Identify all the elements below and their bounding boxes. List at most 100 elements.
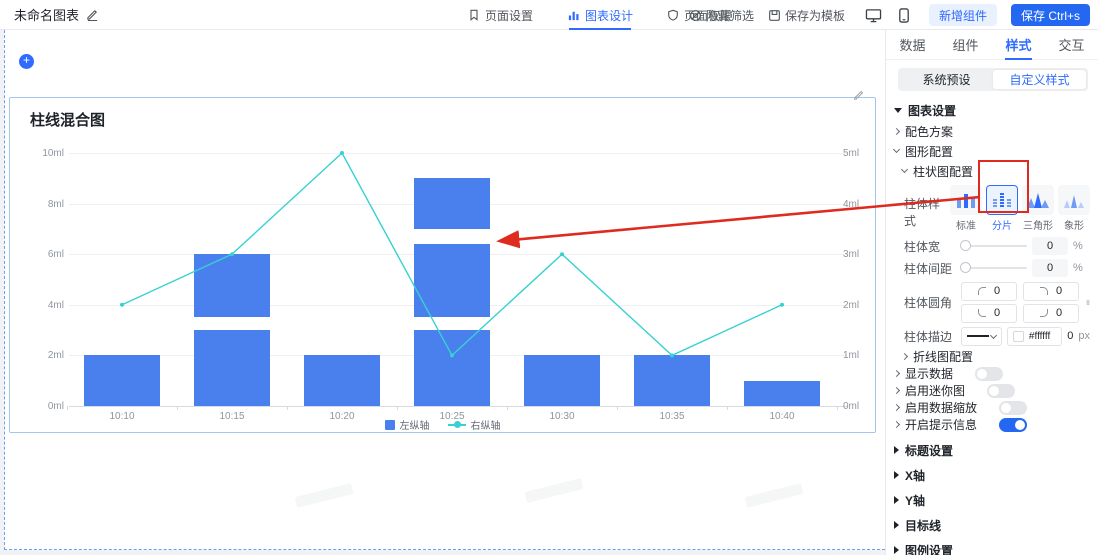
item-bar-config[interactable]: 柱状图配置: [894, 161, 1090, 181]
panel-tab-data[interactable]: 数据: [899, 30, 925, 60]
color-swatch: [1012, 330, 1024, 342]
stroke-width-value[interactable]: 0: [1067, 330, 1073, 342]
section-target-line[interactable]: 目标线: [894, 514, 1090, 536]
desktop-view-icon[interactable]: [863, 5, 885, 25]
panel-tab-component[interactable]: 组件: [952, 30, 978, 60]
eye-off-icon: [690, 9, 701, 21]
caret-right-icon: [894, 546, 899, 554]
bar-gap-input[interactable]: 0: [1032, 259, 1068, 277]
legend-label: 左纵轴: [399, 421, 430, 432]
add-icon[interactable]: +: [19, 54, 34, 69]
legend-item[interactable]: 右纵轴: [447, 417, 501, 432]
item-label: 折线图配置: [913, 349, 974, 364]
bar-gap-unit: %: [1073, 262, 1083, 274]
section-legend-settings[interactable]: 图例设置: [894, 539, 1090, 555]
link-corners-icon[interactable]: [1086, 295, 1090, 310]
tooltip-toggle[interactable]: [999, 417, 1028, 432]
device-toggle-group: [863, 5, 915, 25]
section-x-axis[interactable]: X轴: [894, 464, 1090, 486]
radius-top-right-input[interactable]: 0: [1023, 281, 1079, 301]
caret-right-icon: [894, 446, 899, 454]
line-series[interactable]: [10, 98, 877, 434]
style-panel: 数据 组件 样式 交互 系统预设 自定义样式 图表设置 配色方案 图形配置 柱状…: [885, 30, 1098, 555]
bar-gap-slider[interactable]: [960, 262, 1027, 273]
item-label: 配色方案: [905, 124, 954, 139]
sliced-bars-icon: [993, 193, 1011, 207]
hide-filter-button[interactable]: 隐藏筛选: [689, 7, 754, 24]
item-line-config[interactable]: 折线图配置: [894, 347, 1090, 365]
system-preset-segment[interactable]: 系统预设: [900, 70, 993, 89]
slider-thumb[interactable]: [960, 262, 971, 273]
show-data-toggle[interactable]: [975, 366, 1004, 381]
chart-widget[interactable]: 柱线混合图 10ml 5ml 8ml 4ml 6ml 3ml 4ml 2ml 2ml 1ml 0ml…: [9, 90, 877, 434]
section-chart-settings[interactable]: 图表设置: [894, 99, 1090, 121]
slider-thumb[interactable]: [960, 240, 971, 251]
section-label: X轴: [905, 468, 926, 483]
option-label: 象形: [1064, 221, 1084, 232]
save-as-template-button[interactable]: 保存为模板: [768, 7, 845, 24]
stroke-color-picker[interactable]: #ffffff: [1006, 326, 1063, 346]
bar-width-label: 柱体宽: [904, 239, 941, 254]
caret-right-icon: [894, 471, 899, 479]
custom-style-segment[interactable]: 自定义样式: [993, 70, 1086, 89]
item-label: 启用迷你图: [905, 384, 966, 398]
section-y-axis[interactable]: Y轴: [894, 489, 1090, 511]
add-component-button[interactable]: 新增组件: [928, 4, 997, 26]
radius-top-left-input[interactable]: 0: [961, 281, 1017, 301]
mobile-view-icon[interactable]: [893, 5, 915, 25]
item-label: 图形配置: [905, 144, 954, 159]
chart-plot: 10ml 5ml 8ml 4ml 6ml 3ml 4ml 2ml 2ml 1ml 0ml 0ml 10:…: [10, 98, 877, 434]
radius-bottom-left-input[interactable]: 0: [961, 303, 1017, 323]
bar-style-pictogram[interactable]: 象形: [1058, 185, 1090, 232]
item-label: 启用数据缩放: [905, 401, 978, 415]
save-button[interactable]: 保存 Ctrl+s: [1010, 4, 1090, 26]
solid-line-icon: [967, 335, 989, 337]
corner-br-icon: [1039, 309, 1048, 317]
bar-width-input[interactable]: 0: [1032, 237, 1068, 255]
radius-bottom-right-input[interactable]: 0: [1023, 303, 1079, 323]
preset-segmented-control: 系统预设 自定义样式: [898, 68, 1088, 91]
bar-style-triangle[interactable]: 三角形: [1022, 185, 1054, 232]
data-zoom-toggle[interactable]: [999, 400, 1028, 415]
chevron-right-icon: [892, 386, 901, 395]
canvas-board[interactable]: + 柱线混合图 10ml 5ml 8ml 4ml 6ml 3ml 4ml 2ml 2ml 1ml 0…: [4, 30, 885, 550]
shield-icon: [668, 9, 678, 21]
item-mini-chart: 启用迷你图: [892, 382, 1090, 399]
stroke-width-unit: px: [1078, 330, 1090, 342]
legend-label: 右纵轴: [470, 421, 501, 432]
app-window: 未命名图表 页面设置 图表设计 页面权限 隐藏筛选 保存为模板 新增组件 保存 …: [0, 0, 1098, 555]
hide-filter-label: 隐藏筛选: [705, 8, 754, 23]
item-label: 显示数据: [905, 367, 954, 381]
document-title: 未命名图表: [14, 8, 80, 23]
mini-chart-toggle[interactable]: [987, 383, 1016, 398]
tab-chart-design[interactable]: 图表设计: [567, 0, 633, 30]
legend-bar-swatch: [384, 419, 395, 430]
corner-tl-icon: [977, 287, 986, 295]
tab-label: 图表设计: [585, 8, 634, 23]
chevron-right-icon: [892, 127, 901, 135]
corner-bl-icon: [977, 309, 986, 317]
item-label: 开启提示信息: [905, 418, 978, 432]
chart-title-group: 未命名图表: [0, 5, 99, 24]
dashboard-canvas: + 柱线混合图 10ml 5ml 8ml 4ml 6ml 3ml 4ml 2ml 2ml 1ml 0…: [0, 30, 885, 555]
item-color-scheme[interactable]: 配色方案: [892, 121, 1090, 141]
panel-tab-interaction[interactable]: 交互: [1058, 30, 1084, 60]
tab-page-settings[interactable]: 页面设置: [468, 0, 533, 30]
legend-item[interactable]: 左纵轴: [384, 417, 430, 432]
caret-down-icon: [894, 107, 902, 113]
section-label: 目标线: [905, 518, 942, 533]
item-graph-config[interactable]: 图形配置: [892, 141, 1090, 161]
stroke-style-select[interactable]: [961, 326, 1002, 346]
section-label: Y轴: [905, 493, 926, 508]
panel-tab-style[interactable]: 样式: [1005, 30, 1032, 60]
section-title-settings[interactable]: 标题设置: [894, 439, 1090, 461]
bar-width-slider[interactable]: [960, 240, 1027, 251]
bar-style-label: 柱体样式: [904, 197, 941, 228]
section-label: 图例设置: [905, 543, 954, 555]
bar-style-standard[interactable]: 标准: [950, 185, 982, 232]
chevron-right-icon: [892, 420, 901, 429]
edit-pencil-icon[interactable]: [86, 8, 99, 21]
section-label: 标题设置: [905, 443, 954, 458]
chevron-down-icon: [892, 145, 901, 154]
bar-style-sliced[interactable]: 分片: [986, 185, 1018, 232]
